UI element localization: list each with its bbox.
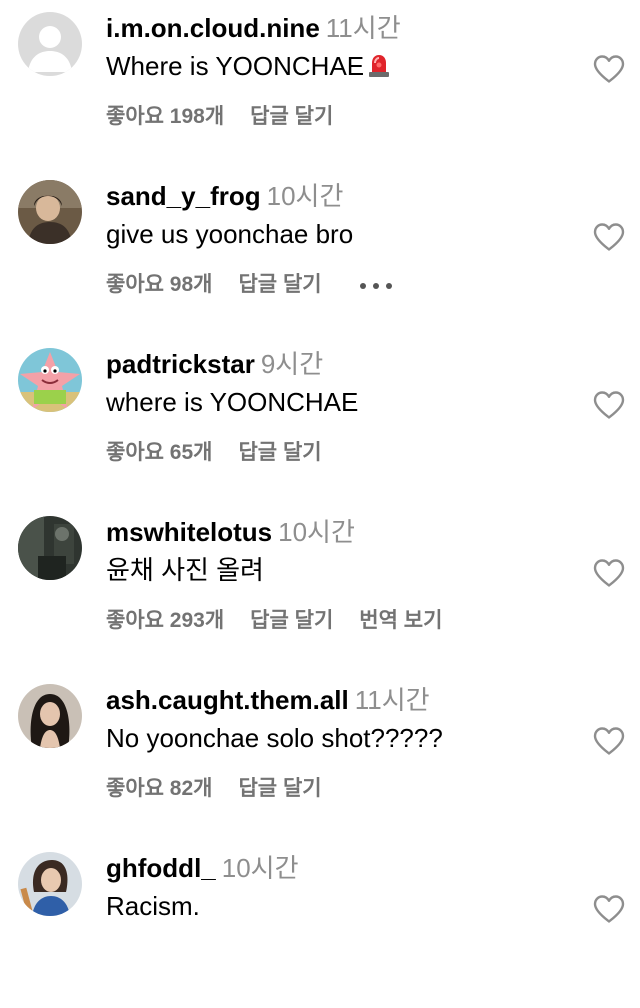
username-link[interactable]: mswhitelotus	[106, 517, 272, 547]
comment-header: sand_y_frog 10시간	[106, 179, 343, 213]
comment-time: 10시간	[266, 181, 344, 211]
comment-item: sand_y_frog 10시간 give us yoonchae bro 좋아요…	[0, 168, 640, 336]
comment-header: ash.caught.them.all 11시간	[106, 683, 430, 717]
username-link[interactable]: sand_y_frog	[106, 181, 261, 211]
reply-button[interactable]: 답글 달기	[238, 774, 321, 804]
username-link[interactable]: i.m.on.cloud.nine	[106, 13, 320, 43]
comment-header: mswhitelotus 10시간	[106, 515, 355, 549]
comment-item: i.m.on.cloud.nine 11시간 Where is YOONCHAE …	[0, 0, 640, 168]
comment-actions: 좋아요 98개 답글 달기	[106, 270, 394, 300]
comment-text: where is YOONCHAE	[106, 387, 359, 417]
comment-item: ghfoddl_ 10시간 Racism.	[0, 840, 640, 1008]
photo-avatar[interactable]	[18, 684, 82, 748]
photo-avatar[interactable]	[18, 852, 82, 916]
comment-text: give us yoonchae bro	[106, 219, 354, 249]
default-avatar[interactable]	[18, 12, 82, 76]
rotating-light-emoji	[369, 55, 390, 77]
comment-header: i.m.on.cloud.nine 11시간	[106, 11, 401, 45]
heart-icon[interactable]	[592, 390, 626, 420]
reply-button[interactable]: 답글 달기	[250, 102, 333, 132]
reply-button[interactable]: 답글 달기	[238, 270, 321, 300]
patrick-star-avatar[interactable]	[18, 348, 82, 412]
comment-text: Where is YOONCHAE	[106, 49, 392, 83]
username-link[interactable]: ash.caught.them.all	[106, 685, 349, 715]
comment-actions: 좋아요 82개 답글 달기	[106, 774, 348, 804]
comment-text: Racism.	[106, 891, 200, 921]
comment-text: No yoonchae solo shot?????	[106, 723, 443, 753]
username-link[interactable]: padtrickstar	[106, 349, 255, 379]
photo-avatar[interactable]	[18, 180, 82, 244]
comment-header: padtrickstar 9시간	[106, 347, 323, 381]
comment-actions: 좋아요 293개 답글 달기 번역 보기	[106, 606, 442, 636]
like-count[interactable]: 좋아요 65개	[106, 438, 212, 468]
comment-item: padtrickstar 9시간 where is YOONCHAE 좋아요 65…	[0, 336, 640, 504]
comment-text-content: Where is YOONCHAE	[106, 51, 365, 81]
comment-time: 9시간	[260, 349, 324, 379]
comment-actions: 좋아요 198개 답글 달기	[106, 102, 359, 132]
heart-icon[interactable]	[592, 894, 626, 924]
comment-item: ash.caught.them.all 11시간 No yoonchae solo…	[0, 672, 640, 840]
comment-item: mswhitelotus 10시간 윤채 사진 올려 좋아요 293개 답글 달기 번…	[0, 504, 640, 672]
comment-time: 10시간	[221, 853, 299, 883]
comment-time: 11시간	[325, 13, 401, 43]
see-translation-button[interactable]: 번역 보기	[359, 606, 442, 636]
comments-list: i.m.on.cloud.nine 11시간 Where is YOONCHAE …	[0, 0, 640, 928]
comment-actions: 좋아요 65개 답글 달기	[106, 438, 348, 468]
comment-time: 10시간	[278, 517, 355, 547]
comment-text: 윤채 사진 올려	[106, 555, 264, 585]
like-count[interactable]: 좋아요 82개	[106, 774, 212, 804]
photo-avatar[interactable]	[18, 516, 82, 580]
comment-time: 11시간	[354, 685, 430, 715]
reply-button[interactable]: 답글 달기	[238, 438, 321, 468]
like-count[interactable]: 좋아요 293개	[106, 606, 224, 636]
reply-button[interactable]: 답글 달기	[250, 606, 333, 636]
more-options-icon[interactable]	[358, 270, 394, 300]
username-link[interactable]: ghfoddl_	[106, 853, 216, 883]
heart-icon[interactable]	[592, 222, 626, 252]
heart-icon[interactable]	[592, 726, 626, 756]
like-count[interactable]: 좋아요 98개	[106, 270, 212, 300]
heart-icon[interactable]	[592, 54, 626, 84]
heart-icon[interactable]	[592, 558, 626, 588]
comment-header: ghfoddl_ 10시간	[106, 851, 299, 885]
like-count[interactable]: 좋아요 198개	[106, 102, 224, 132]
